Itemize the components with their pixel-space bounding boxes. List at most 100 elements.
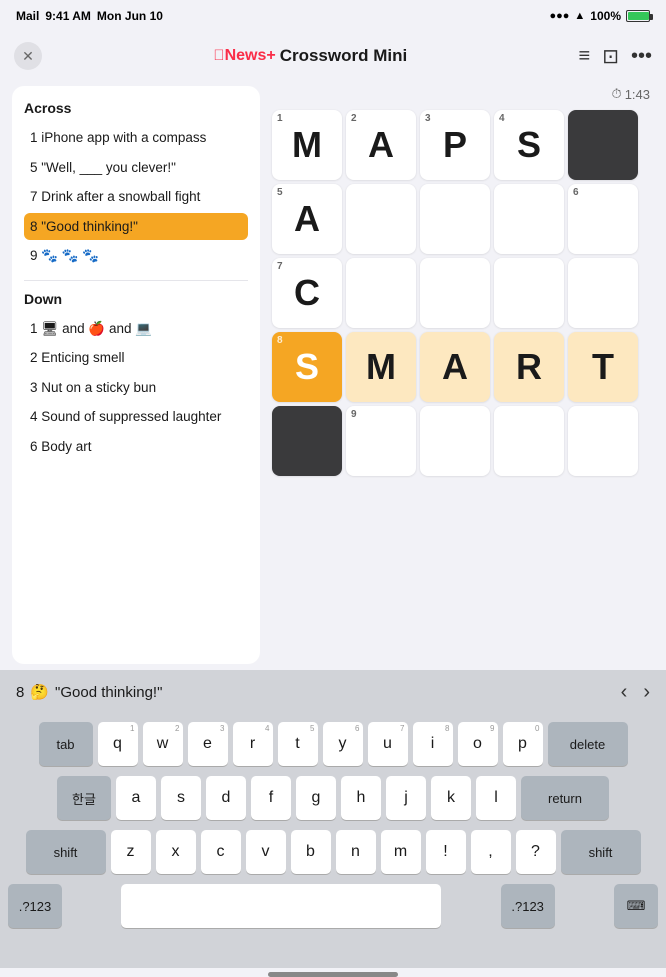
key-o[interactable]: o9	[458, 722, 498, 766]
key-d[interactable]: d	[206, 776, 246, 820]
close-button[interactable]: ✕	[14, 42, 42, 70]
grid-cell-3-3[interactable]: R	[494, 332, 564, 402]
key-z[interactable]: z	[111, 830, 151, 874]
grid-cell-4-4[interactable]	[568, 406, 638, 476]
shift-left-key[interactable]: shift	[26, 830, 106, 874]
key-y[interactable]: y6	[323, 722, 363, 766]
cell-number-label: 7	[277, 261, 283, 272]
keyboard-row-2: 한글 a s d f g h j k l return	[4, 776, 662, 820]
symbols-left-key[interactable]: .?123	[8, 884, 62, 928]
key-u[interactable]: u7	[368, 722, 408, 766]
date-label: Mon Jun 10	[97, 9, 163, 23]
grid-cell-0-0[interactable]: 1M	[272, 110, 342, 180]
header: ✕ News+ Crossword Mini ≡ ⊡ •••	[0, 32, 666, 80]
clue-across-8[interactable]: 8 "Good thinking!"	[24, 213, 248, 241]
grid-cell-4-2[interactable]	[420, 406, 490, 476]
next-clue-button[interactable]: ›	[643, 681, 650, 704]
key-g[interactable]: g	[296, 776, 336, 820]
clue-down-2[interactable]: 2 Enticing smell	[24, 344, 248, 372]
grid-cell-0-2[interactable]: 3P	[420, 110, 490, 180]
clue-down-6[interactable]: 6 Body art	[24, 433, 248, 461]
grid-cell-2-1[interactable]	[346, 258, 416, 328]
grid-cell-3-0[interactable]: 8S	[272, 332, 342, 402]
across-section-title: Across	[24, 100, 248, 116]
grid-cell-4-3[interactable]	[494, 406, 564, 476]
grid-cell-2-4[interactable]	[568, 258, 638, 328]
key-m[interactable]: m	[381, 830, 421, 874]
key-v[interactable]: v	[246, 830, 286, 874]
grid-cell-2-0[interactable]: 7C	[272, 258, 342, 328]
timer-value: 1:43	[625, 87, 650, 102]
key-question[interactable]: ?	[516, 830, 556, 874]
grid-cell-1-2[interactable]	[420, 184, 490, 254]
key-x[interactable]: x	[156, 830, 196, 874]
clue-down-1[interactable]: 1 🖥 and 🍎 and 💻	[24, 315, 248, 343]
clue-across-7[interactable]: 7 Drink after a snowball fight	[24, 183, 248, 211]
grid-cell-0-4[interactable]	[568, 110, 638, 180]
key-c[interactable]: c	[201, 830, 241, 874]
prev-clue-button[interactable]: ‹	[621, 681, 628, 704]
key-a[interactable]: a	[116, 776, 156, 820]
share-icon[interactable]: ⊡	[602, 44, 619, 69]
tab-key[interactable]: tab	[39, 722, 93, 766]
key-n[interactable]: n	[336, 830, 376, 874]
keyboard-dismiss-key[interactable]: ⌨	[614, 884, 658, 928]
grid-cell-2-2[interactable]	[420, 258, 490, 328]
grid-cell-3-2[interactable]: A	[420, 332, 490, 402]
time-label: 9:41 AM	[45, 9, 91, 23]
clues-panel: Across 1 iPhone app with a compass 5 "We…	[12, 86, 260, 664]
clue-across-1[interactable]: 1 iPhone app with a compass	[24, 124, 248, 152]
grid-cell-1-0[interactable]: 5A	[272, 184, 342, 254]
shift-right-key[interactable]: shift	[561, 830, 641, 874]
korean-key[interactable]: 한글	[57, 776, 111, 820]
key-b[interactable]: b	[291, 830, 331, 874]
cell-number-label: 8	[277, 335, 283, 346]
grid-cell-1-1[interactable]	[346, 184, 416, 254]
key-e[interactable]: e3	[188, 722, 228, 766]
clue-down-4[interactable]: 4 Sound of suppressed laughter	[24, 403, 248, 431]
clue-divider	[24, 280, 248, 281]
cell-number-label: 4	[499, 113, 505, 124]
key-j[interactable]: j	[386, 776, 426, 820]
signal-icon: ●●●	[549, 10, 569, 22]
key-r[interactable]: r4	[233, 722, 273, 766]
return-key[interactable]: return	[521, 776, 609, 820]
key-t[interactable]: t5	[278, 722, 318, 766]
clue-bar-navigation: ‹ ›	[621, 681, 650, 704]
list-icon[interactable]: ≡	[579, 45, 591, 68]
grid-cell-4-0[interactable]	[272, 406, 342, 476]
grid-cell-2-3[interactable]	[494, 258, 564, 328]
delete-key[interactable]: delete	[548, 722, 628, 766]
key-w[interactable]: w2	[143, 722, 183, 766]
key-comma[interactable]: ,	[471, 830, 511, 874]
space-key[interactable]	[121, 884, 441, 928]
clue-across-9[interactable]: 9 🐾 🐾 🐾	[24, 242, 248, 270]
key-f[interactable]: f	[251, 776, 291, 820]
symbols-right-key[interactable]: .?123	[501, 884, 555, 928]
timer-icon: ⏱	[612, 86, 622, 102]
battery-percent: 100%	[590, 9, 621, 23]
key-k[interactable]: k	[431, 776, 471, 820]
clue-across-5[interactable]: 5 "Well, ___ you clever!"	[24, 154, 248, 182]
clue-down-3[interactable]: 3 Nut on a sticky bun	[24, 374, 248, 402]
keyboard-row-4: .?123 .?123 ⌨	[4, 884, 662, 928]
more-icon[interactable]: •••	[631, 45, 652, 68]
grid-cell-3-4[interactable]: T	[568, 332, 638, 402]
grid-cell-4-1[interactable]: 9	[346, 406, 416, 476]
grid-cell-1-3[interactable]	[494, 184, 564, 254]
grid-cell-0-3[interactable]: 4S	[494, 110, 564, 180]
grid-cell-0-1[interactable]: 2A	[346, 110, 416, 180]
crossword-grid[interactable]: 1M2A3P4S 5A 6 7C8SMART 9	[272, 110, 654, 476]
key-l[interactable]: l	[476, 776, 516, 820]
cell-number-label: 1	[277, 113, 283, 124]
wifi-icon: ▲	[574, 10, 585, 22]
grid-cell-3-1[interactable]: M	[346, 332, 416, 402]
key-q[interactable]: q1	[98, 722, 138, 766]
key-p[interactable]: p0	[503, 722, 543, 766]
key-i[interactable]: i8	[413, 722, 453, 766]
key-s[interactable]: s	[161, 776, 201, 820]
cell-number-label: 5	[277, 187, 283, 198]
grid-cell-1-4[interactable]: 6	[568, 184, 638, 254]
key-h[interactable]: h	[341, 776, 381, 820]
key-exclaim[interactable]: !	[426, 830, 466, 874]
